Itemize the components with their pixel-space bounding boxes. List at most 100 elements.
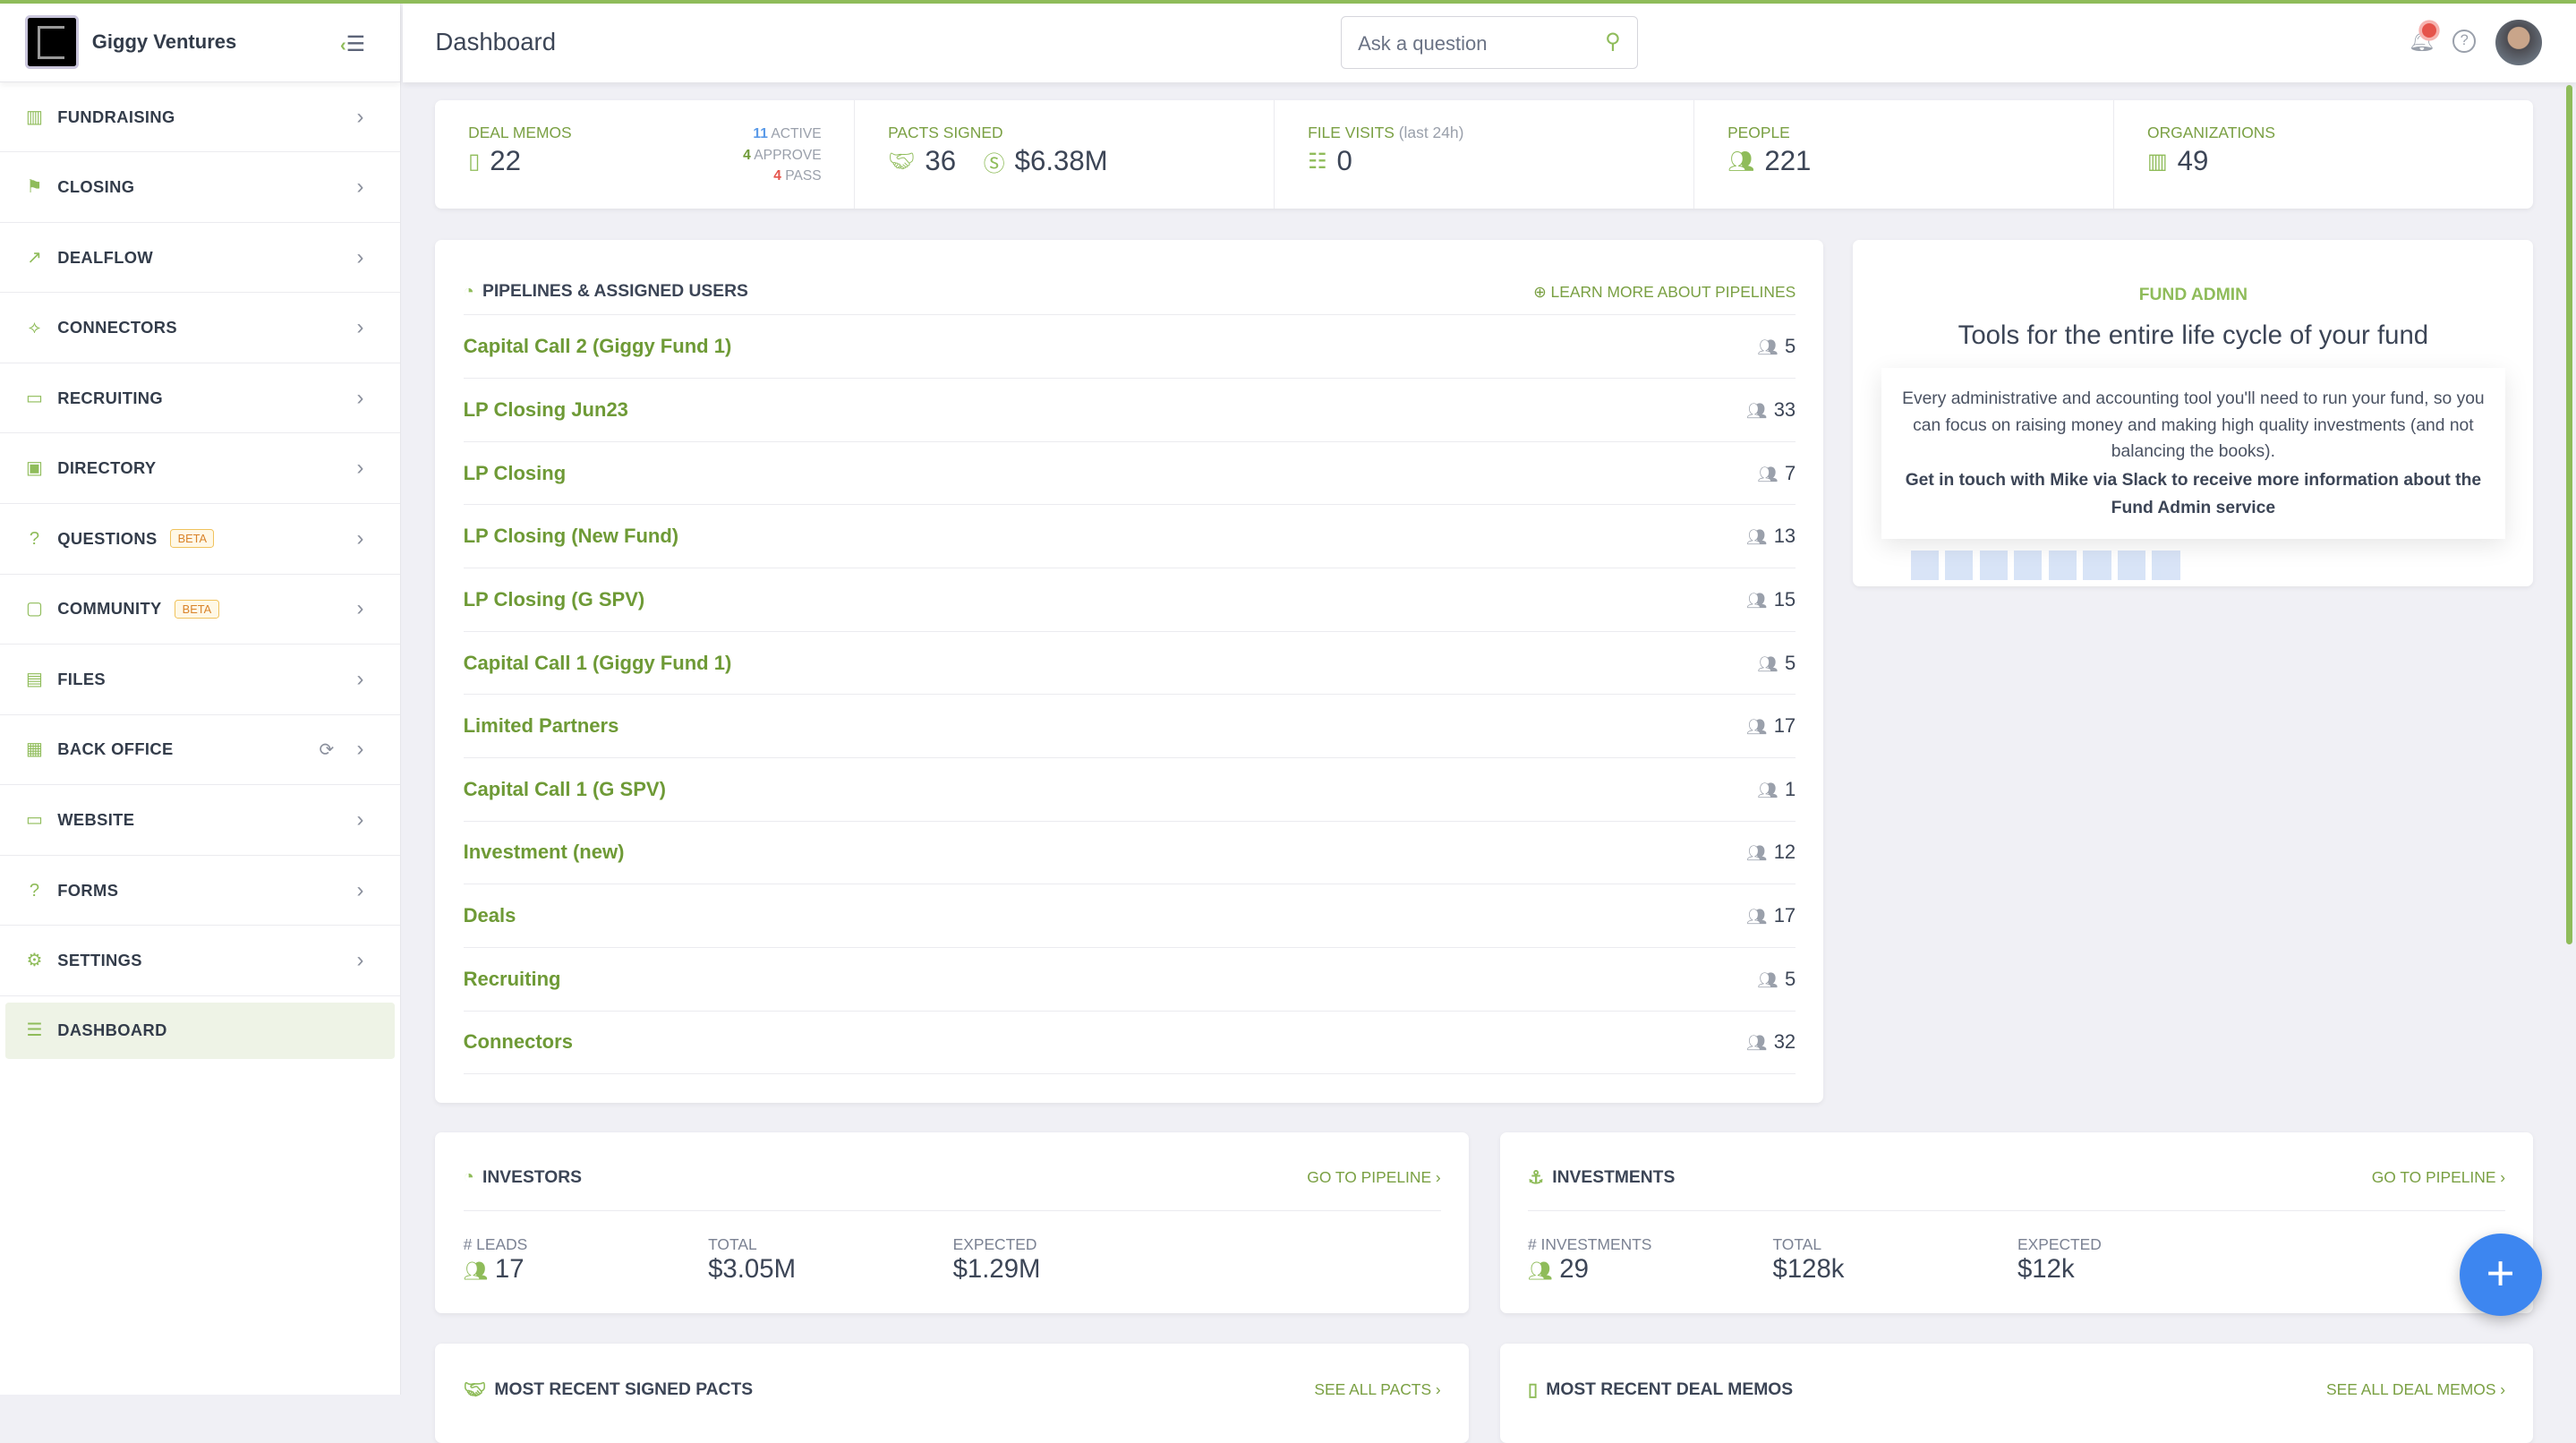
pipeline-row[interactable]: Capital Call 1 (G SPV) 👥︎ 1	[463, 758, 1796, 822]
search-input[interactable]: Ask a question ⚲	[1340, 16, 1638, 70]
users-icon: 👥︎	[1746, 590, 1768, 610]
sidebar-item-dealflow[interactable]: ↗ DEALFLOW ›	[0, 223, 400, 294]
go-to-pipeline-link[interactable]: GO TO PIPELINE ›	[2372, 1168, 2505, 1187]
pipeline-user-count: 12	[1773, 841, 1796, 864]
storage-icon: ☷	[1308, 149, 1327, 174]
sidebar-item-closing[interactable]: ⚑ CLOSING ›	[0, 152, 400, 223]
sidebar-item-label: RECRUITING	[57, 388, 164, 407]
pipeline-row[interactable]: Connectors 👥︎ 32	[463, 1012, 1796, 1075]
investments-card: ⚓︎ INVESTMENTS GO TO PIPELINE › # INVESTME…	[1499, 1131, 2534, 1313]
stat-label: PEOPLE	[1727, 123, 1790, 141]
pacts-amount: $6.38M	[1014, 145, 1108, 177]
gear-icon: ⚙	[26, 951, 43, 971]
sidebar-item-back-office[interactable]: ▦ BACK OFFICE ⟳ ›	[0, 715, 400, 786]
pipeline-name[interactable]: Connectors	[464, 1030, 573, 1054]
pipeline-name[interactable]: Capital Call 1 (Giggy Fund 1)	[464, 652, 732, 675]
fund-admin-title: Tools for the entire life cycle of your …	[1958, 320, 2429, 350]
sidebar-item-label: FUNDRAISING	[57, 107, 175, 126]
fund-admin-cta: Get in touch with Mike via Slack to rece…	[1905, 471, 2482, 518]
pipeline-name[interactable]: Recruiting	[464, 968, 561, 991]
pipeline-name[interactable]: LP Closing Jun23	[464, 398, 628, 422]
form-icon: ?	[29, 880, 40, 901]
brand[interactable]: Giggy Ventures ‹☰	[0, 4, 400, 82]
see-all-pacts-link[interactable]: SEE ALL PACTS ›	[1314, 1380, 1440, 1399]
pipeline-row[interactable]: Capital Call 2 (Giggy Fund 1) 👥︎ 5	[463, 315, 1796, 380]
link-label: LEARN MORE ABOUT PIPELINES	[1550, 282, 1796, 301]
sidebar-item-questions[interactable]: ? QUESTIONS BETA ›	[0, 504, 400, 575]
add-button[interactable]: +	[2459, 1234, 2542, 1317]
pipeline-row[interactable]: LP Closing Jun23 👥︎ 33	[463, 379, 1796, 442]
sync-icon[interactable]: ⟳	[320, 739, 335, 761]
sidebar-item-forms[interactable]: ? FORMS ›	[0, 856, 400, 926]
go-to-pipeline-link[interactable]: GO TO PIPELINE ›	[1307, 1168, 1440, 1187]
pipeline-row[interactable]: Recruiting 👥︎ 5	[463, 948, 1796, 1012]
sidebar-item-label: CLOSING	[57, 177, 135, 197]
calculator-icon: ▦	[26, 739, 44, 760]
section-title: MOST RECENT DEAL MEMOS	[1546, 1379, 1794, 1399]
sidebar: Giggy Ventures ‹☰ ▥ FUNDRAISING › ⚑ CLOSING ›…	[0, 3, 401, 1396]
pipeline-row[interactable]: Investment (new) 👥︎ 12	[463, 822, 1796, 885]
stat-pacts[interactable]: PACTS SIGNED 🤝︎ 36 Ⓢ $6.38M	[855, 99, 1275, 209]
pipeline-user-count: 33	[1773, 397, 1796, 421]
pipeline-name[interactable]: Investment (new)	[464, 841, 625, 864]
sidebar-item-files[interactable]: ▤ FILES ›	[0, 645, 400, 715]
collapse-sidebar-icon[interactable]: ‹☰	[340, 31, 365, 57]
anchor-icon: ⚓︎	[1528, 1168, 1545, 1189]
pipeline-name[interactable]: Deals	[464, 904, 516, 927]
avatar[interactable]	[2495, 20, 2542, 66]
page-title: Dashboard	[435, 28, 556, 56]
pipeline-row[interactable]: Deals 👥︎ 17	[463, 884, 1796, 948]
pipeline-name[interactable]: Capital Call 1 (G SPV)	[464, 778, 666, 801]
stat-deal-memos[interactable]: DEAL MEMOS ▯ 22 11 ACTIVE 4 APPROVE 4 PAS…	[435, 99, 856, 209]
scrollbar[interactable]	[2566, 85, 2573, 945]
pipelines-header: ◔ PIPELINES & ASSIGNED USERS ⊕ LEARN MORE…	[463, 269, 1796, 316]
sidebar-item-directory[interactable]: ▣ DIRECTORY ›	[0, 433, 400, 505]
brand-name: Giggy Ventures	[91, 30, 237, 54]
pipeline-row[interactable]: Capital Call 1 (Giggy Fund 1) 👥︎ 5	[463, 632, 1796, 696]
help-icon[interactable]: ?	[2452, 30, 2477, 53]
sidebar-item-recruiting[interactable]: ▭ RECRUITING ›	[0, 363, 400, 434]
chevron-right-icon: ›	[356, 104, 364, 129]
kpi-label: # INVESTMENTS	[1528, 1235, 1652, 1254]
pipeline-user-count: 13	[1773, 525, 1796, 548]
search-icon[interactable]: ⚲	[1605, 29, 1620, 55]
users-icon: 👥︎	[1746, 400, 1768, 420]
chevron-right-icon: ›	[356, 315, 364, 340]
users-icon: 👥︎	[1746, 527, 1768, 547]
sidebar-item-connectors[interactable]: ⟡ CONNECTORS ›	[0, 293, 400, 363]
dashboard-icon: ☰	[26, 1020, 43, 1041]
stat-file-visits[interactable]: FILE VISITS (last 24h) ☷ 0	[1275, 99, 1695, 209]
learn-more-pipelines-link[interactable]: ⊕ LEARN MORE ABOUT PIPELINES	[1533, 283, 1796, 302]
pipeline-row[interactable]: LP Closing 👥︎ 7	[463, 442, 1796, 506]
sidebar-item-dashboard[interactable]: ☰ DASHBOARD	[4, 1003, 396, 1059]
pipeline-name[interactable]: LP Closing (New Fund)	[464, 525, 679, 548]
users-icon: 👥︎	[1727, 149, 1755, 174]
pipeline-name[interactable]: LP Closing (G SPV)	[464, 588, 645, 611]
stat-people[interactable]: PEOPLE 👥︎ 221	[1694, 99, 2115, 209]
pipeline-row[interactable]: Limited Partners 👥︎ 17	[463, 695, 1796, 758]
pipeline-row[interactable]: LP Closing (G SPV) 👥︎ 15	[463, 568, 1796, 632]
sidebar-item-website[interactable]: ▭ WEBSITE ›	[0, 785, 400, 856]
sidebar-item-label: WEBSITE	[57, 809, 135, 829]
sidebar-item-fundraising[interactable]: ▥ FUNDRAISING ›	[0, 82, 400, 153]
active-label: ACTIVE	[771, 125, 822, 141]
stat-label: ORGANIZATIONS	[2147, 123, 2275, 141]
users-icon: 👥︎	[1757, 464, 1778, 483]
stat-organizations[interactable]: ORGANIZATIONS ▥ 49	[2114, 100, 2533, 209]
see-all-memos-link[interactable]: SEE ALL DEAL MEMOS ›	[2326, 1380, 2505, 1399]
section-title: MOST RECENT SIGNED PACTS	[494, 1379, 754, 1399]
pass-label: PASS	[785, 168, 822, 184]
connector-icon: ⟡	[28, 318, 41, 338]
sidebar-item-label: QUESTIONS	[57, 528, 158, 548]
stat-label: PACTS SIGNED	[888, 123, 1003, 141]
users-icon: 👥︎	[1746, 1033, 1768, 1053]
search-placeholder: Ask a question	[1358, 31, 1488, 55]
pipeline-row[interactable]: LP Closing (New Fund) 👥︎ 13	[463, 505, 1796, 569]
sidebar-item-community[interactable]: ▢ COMMUNITY BETA ›	[0, 575, 400, 645]
flag-icon: ⚑	[26, 177, 43, 198]
section-title: INVESTMENTS	[1552, 1167, 1676, 1187]
pipeline-name[interactable]: LP Closing	[464, 462, 567, 485]
sidebar-item-settings[interactable]: ⚙ SETTINGS ›	[0, 926, 400, 996]
pipeline-name[interactable]: Capital Call 2 (Giggy Fund 1)	[464, 335, 732, 358]
pipeline-name[interactable]: Limited Partners	[464, 714, 619, 738]
